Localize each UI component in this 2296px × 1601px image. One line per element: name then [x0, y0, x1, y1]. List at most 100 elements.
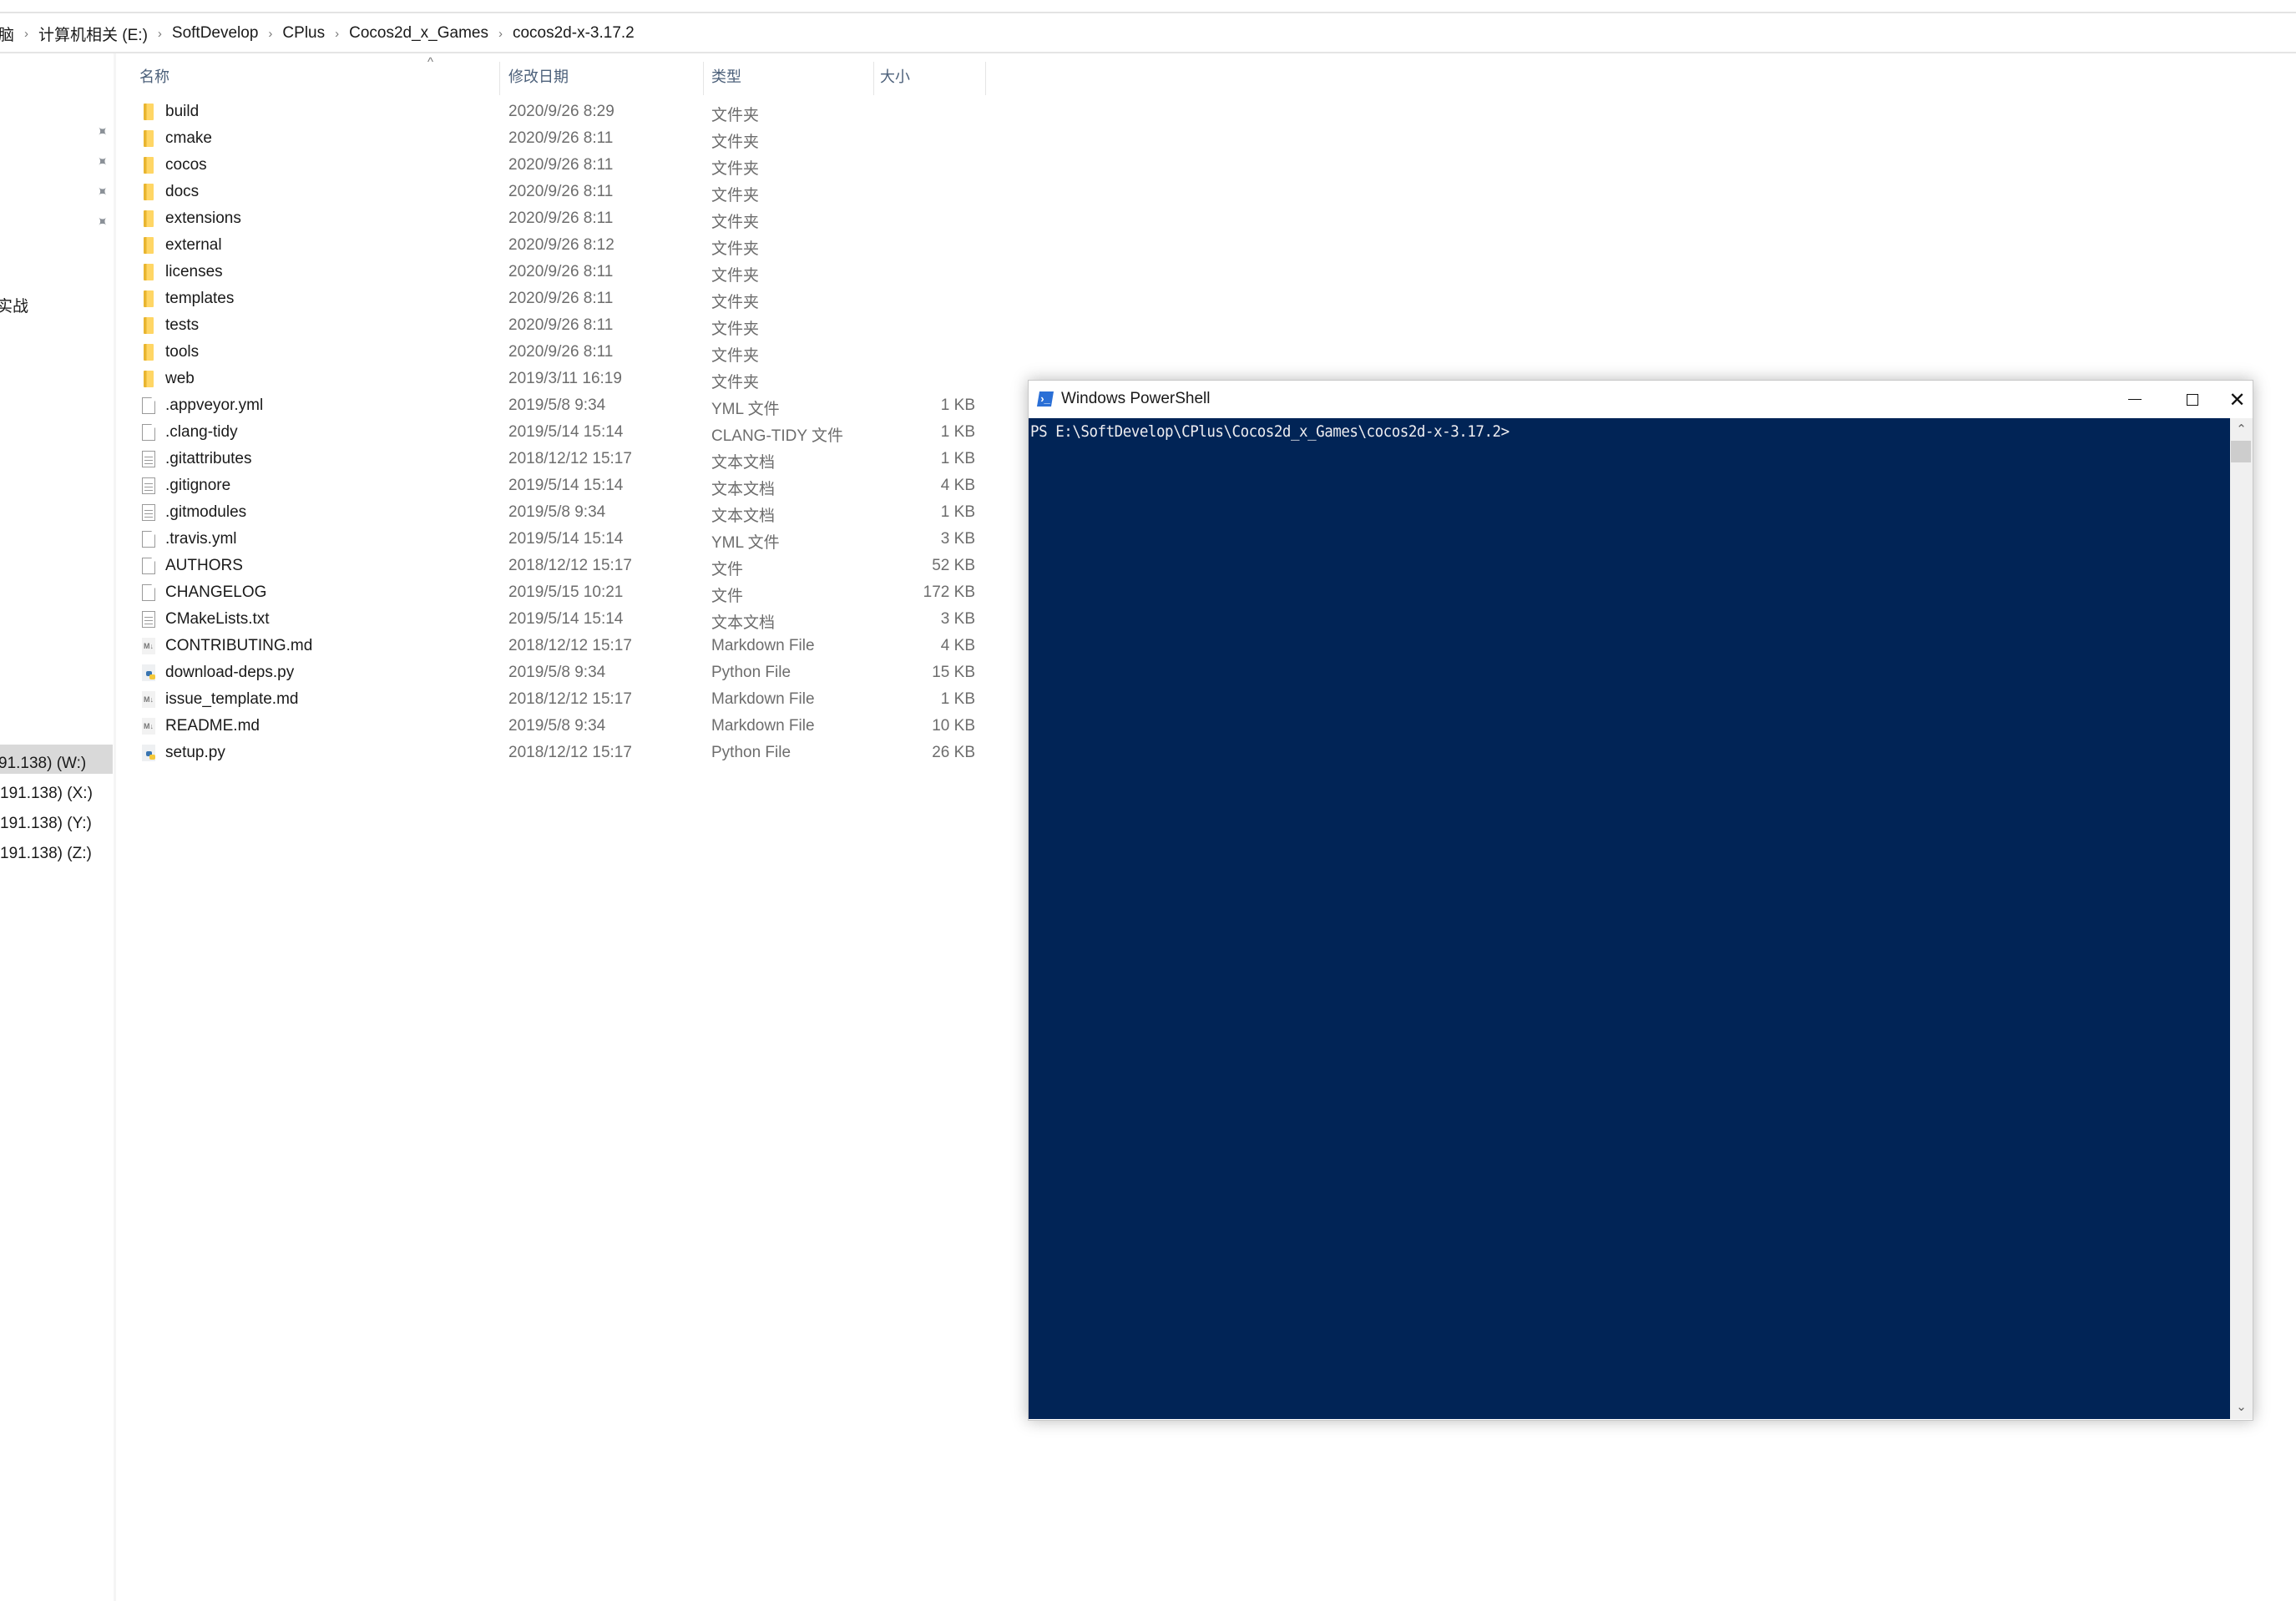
powershell-titlebar[interactable]: ›_ Windows PowerShell ✕: [1029, 381, 2253, 418]
file-row[interactable]: .travis.yml 2019/5/14 15:14 YML 文件 3 KB: [117, 526, 1002, 553]
file-row[interactable]: .clang-tidy 2019/5/14 15:14 CLANG-TIDY 文件 1…: [117, 419, 1002, 446]
file-row[interactable]: M↓ README.md 2019/5/8 9:34 Markdown File 10 …: [117, 713, 1002, 740]
file-date: 2019/5/14 15:14: [508, 610, 624, 628]
folder-icon: [144, 210, 154, 227]
file-row[interactable]: M↓ CONTRIBUTING.md 2018/12/12 15:17 Markdow…: [117, 633, 1002, 659]
file-name: issue_template.md: [165, 690, 299, 708]
breadcrumb-item[interactable]: Cocos2d_x_Games: [349, 24, 488, 43]
column-header-name[interactable]: 名称: [139, 65, 169, 87]
sidebar-item-partial[interactable]: 实战: [0, 294, 28, 316]
breadcrumb-item[interactable]: 脑: [0, 23, 14, 45]
file-type: 文件: [711, 561, 744, 578]
column-divider[interactable]: [985, 62, 986, 95]
file-row[interactable]: .appveyor.yml 2019/5/8 9:34 YML 文件 1 KB: [117, 392, 1002, 419]
pin-icon[interactable]: ✦: [90, 150, 114, 174]
file-row[interactable]: tools 2020/9/26 8:11 文件夹: [117, 339, 1002, 366]
breadcrumb-chevron-icon[interactable]: ›: [335, 27, 339, 41]
close-button[interactable]: ✕: [2222, 381, 2253, 418]
file-row[interactable]: licenses 2020/9/26 8:11 文件夹: [117, 259, 1002, 285]
scrollbar-thumb[interactable]: [2231, 441, 2251, 462]
file-type: Markdown File: [711, 690, 815, 708]
file-row[interactable]: web 2019/3/11 16:19 文件夹: [117, 366, 1002, 392]
file-size: 15 KB: [932, 664, 975, 681]
file-name: .travis.yml: [165, 530, 237, 548]
file-size: 172 KB: [923, 583, 975, 601]
breadcrumb-chevron-icon[interactable]: ›: [268, 27, 272, 41]
file-date: 2019/5/14 15:14: [508, 477, 624, 494]
file-date: 2018/12/12 15:17: [508, 450, 632, 467]
column-divider[interactable]: [873, 62, 874, 95]
column-divider[interactable]: [499, 62, 500, 95]
file-row[interactable]: download-deps.py 2019/5/8 9:34 Python File…: [117, 659, 1002, 686]
file-row[interactable]: AUTHORS 2018/12/12 15:17 文件 52 KB: [117, 553, 1002, 579]
file-name: download-deps.py: [165, 664, 295, 681]
file-row[interactable]: setup.py 2018/12/12 15:17 Python File 26 KB: [117, 740, 1002, 766]
breadcrumb-chevron-icon[interactable]: ›: [24, 27, 28, 41]
breadcrumb-item[interactable]: cocos2d-x-3.17.2: [513, 24, 635, 43]
file-date: 2018/12/12 15:17: [508, 690, 632, 708]
column-header-type[interactable]: 类型: [711, 65, 741, 87]
pin-icon[interactable]: ✦: [90, 180, 114, 204]
file-row[interactable]: CHANGELOG 2019/5/15 10:21 文件 172 KB: [117, 579, 1002, 606]
breadcrumb[interactable]: 脑 › 计算机相关 (E:) › SoftDevelop › CPlus › Cocos2d_x…: [0, 15, 2296, 53]
column-divider[interactable]: [703, 62, 704, 95]
navigation-pane[interactable]: ✦ ✦ ✦ ✦ 实战 91.138) (W:) 191.138) (X:) 191.138) …: [0, 53, 114, 1601]
sidebar-network-drive[interactable]: 191.138) (X:): [0, 785, 93, 803]
file-row[interactable]: .gitattributes 2018/12/12 15:17 文本文档 1 KB: [117, 446, 1002, 472]
file-size: 1 KB: [940, 450, 975, 467]
file-name: cocos: [165, 156, 207, 174]
file-type: 文件夹: [711, 267, 760, 285]
breadcrumb-chevron-icon[interactable]: ›: [158, 27, 162, 41]
scroll-down-arrow-icon[interactable]: ⌄: [2230, 1397, 2253, 1417]
column-header-size[interactable]: 大小: [880, 65, 910, 87]
file-type: Python File: [711, 744, 791, 761]
file-row[interactable]: external 2020/9/26 8:12 文件夹: [117, 232, 1002, 259]
file-date: 2019/5/8 9:34: [508, 717, 606, 735]
file-name: README.md: [165, 717, 260, 735]
file-row[interactable]: cocos 2020/9/26 8:11 文件夹: [117, 152, 1002, 179]
file-icon: [142, 397, 155, 414]
sidebar-network-drive[interactable]: 191.138) (Y:): [0, 815, 92, 833]
file-type: 文件夹: [711, 240, 760, 258]
column-header-date[interactable]: 修改日期: [508, 65, 569, 87]
file-type: 文件夹: [711, 321, 760, 338]
python-file-icon: [142, 745, 155, 761]
maximize-button[interactable]: [2163, 381, 2222, 418]
file-date: 2019/5/14 15:14: [508, 423, 624, 441]
pin-icon[interactable]: ✦: [90, 120, 114, 144]
file-type: 文件夹: [711, 187, 760, 205]
file-row[interactable]: CMakeLists.txt 2019/5/14 15:14 文本文档 3 KB: [117, 606, 1002, 633]
file-date: 2020/9/26 8:12: [508, 236, 614, 254]
breadcrumb-item[interactable]: 计算机相关 (E:): [38, 23, 148, 45]
sidebar-network-drive[interactable]: 91.138) (W:): [0, 755, 86, 773]
file-row[interactable]: tests 2020/9/26 8:11 文件夹: [117, 312, 1002, 339]
maximize-icon: [2187, 393, 2198, 406]
file-row[interactable]: .gitignore 2019/5/14 15:14 文本文档 4 KB: [117, 472, 1002, 499]
file-row[interactable]: extensions 2020/9/26 8:11 文件夹: [117, 205, 1002, 232]
sidebar-network-drive[interactable]: 191.138) (Z:): [0, 845, 92, 863]
file-date: 2019/5/8 9:34: [508, 664, 606, 681]
breadcrumb-item[interactable]: CPlus: [282, 24, 325, 43]
file-row[interactable]: templates 2020/9/26 8:11 文件夹: [117, 285, 1002, 312]
file-row[interactable]: build 2020/9/26 8:29 文件夹: [117, 98, 1002, 125]
sidebar-divider[interactable]: [114, 53, 116, 1601]
minimize-button[interactable]: [2106, 381, 2164, 418]
file-row[interactable]: M↓ issue_template.md 2018/12/12 15:17 Markd…: [117, 686, 1002, 713]
breadcrumb-item[interactable]: SoftDevelop: [172, 24, 259, 43]
console-scrollbar[interactable]: ⌃ ⌄: [2230, 418, 2253, 1419]
file-name: setup.py: [165, 744, 225, 761]
powershell-window[interactable]: ›_ Windows PowerShell ✕ PS E:\SoftDevelo…: [1028, 380, 2253, 1421]
file-name: cmake: [165, 129, 212, 147]
file-row[interactable]: docs 2020/9/26 8:11 文件夹: [117, 179, 1002, 205]
file-icon: [142, 584, 155, 601]
pin-icon[interactable]: ✦: [90, 210, 114, 234]
file-date: 2020/9/26 8:11: [508, 343, 614, 361]
file-row[interactable]: .gitmodules 2019/5/8 9:34 文本文档 1 KB: [117, 499, 1002, 526]
console-area[interactable]: PS E:\SoftDevelop\CPlus\Cocos2d_x_Games\…: [1029, 418, 2230, 1419]
file-name: extensions: [165, 210, 241, 227]
scroll-up-arrow-icon[interactable]: ⌃: [2230, 420, 2253, 440]
file-name: tests: [165, 316, 200, 334]
file-row[interactable]: cmake 2020/9/26 8:11 文件夹: [117, 125, 1002, 152]
file-name: AUTHORS: [165, 557, 243, 574]
breadcrumb-chevron-icon[interactable]: ›: [498, 27, 503, 41]
